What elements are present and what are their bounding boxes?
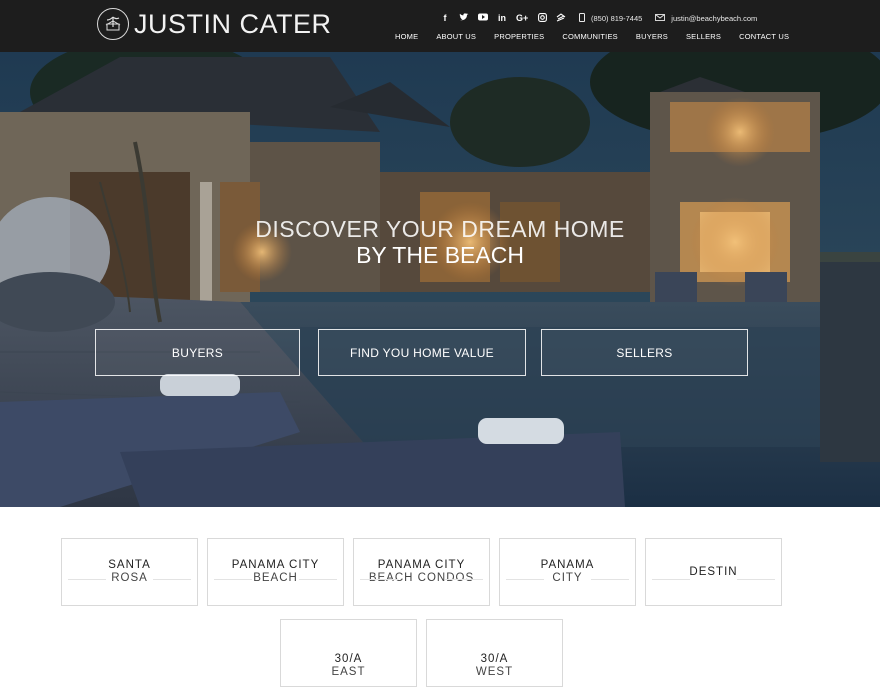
divider <box>208 579 343 580</box>
hero-subheadline: BY THE BEACH <box>356 242 524 268</box>
community-name-line1: DESTIN <box>689 565 738 578</box>
community-card-santa-rosa[interactable]: SANTA ROSA <box>61 538 198 606</box>
facebook-icon[interactable]: f <box>440 13 450 23</box>
community-name-line2: EAST <box>331 666 366 678</box>
nav-communities[interactable]: COMMUNITIES <box>562 32 618 41</box>
hero-villa-pool-image <box>0 52 880 507</box>
nav-contact-us[interactable]: CONTACT US <box>739 32 789 41</box>
community-name-line1: PANAMA CITY <box>377 559 466 571</box>
logo[interactable]: JUSTIN CATER <box>97 7 332 41</box>
community-name-line1: SANTA <box>108 559 151 571</box>
contact-email[interactable]: justin@beachybeach.com <box>655 13 766 23</box>
nav-properties[interactable]: PROPERTIES <box>494 32 544 41</box>
hero-banner: DISCOVER YOUR DREAM HOME BY THE BEACH BU… <box>0 52 880 507</box>
social-links: f in G+ <box>440 12 575 24</box>
palm-house-logo-icon <box>97 8 129 40</box>
divider <box>62 579 197 580</box>
community-card-30a-east[interactable]: 30/A EAST <box>280 619 417 687</box>
buyers-button[interactable]: BUYERS <box>95 329 300 376</box>
brand-name: JUSTIN CATER <box>134 8 332 39</box>
contact-phone[interactable]: (850) 819-7445 <box>579 12 651 24</box>
youtube-icon[interactable] <box>478 13 488 23</box>
community-card-destin[interactable]: DESTIN <box>645 538 782 606</box>
community-card-panama-city-beach[interactable]: PANAMA CITY BEACH <box>207 538 344 606</box>
envelope-icon <box>655 13 666 23</box>
divider <box>646 579 781 580</box>
phone-number: (850) 819-7445 <box>591 13 643 23</box>
nav-about-us[interactable]: ABOUT US <box>436 32 476 41</box>
community-card-30a-west[interactable]: 30/A WEST <box>426 619 563 687</box>
nav-sellers[interactable]: SELLERS <box>686 32 721 41</box>
nav-buyers[interactable]: BUYERS <box>636 32 668 41</box>
site-header: JUSTIN CATER f in G+ (850) 819-7445 just… <box>0 0 880 52</box>
community-name-line2: WEST <box>475 666 514 678</box>
google-plus-icon[interactable]: G+ <box>516 13 528 23</box>
community-card-pcb-condos[interactable]: PANAMA CITY BEACH CONDOS <box>353 538 490 606</box>
top-bar: f in G+ (850) 819-7445 justin@beachybeac… <box>440 11 766 25</box>
zillow-icon[interactable] <box>556 12 566 24</box>
community-name-line1: PANAMA <box>540 559 595 571</box>
sellers-button[interactable]: SELLERS <box>541 329 748 376</box>
twitter-icon[interactable] <box>459 12 469 24</box>
mobile-phone-icon <box>579 12 585 24</box>
community-card-panama-city[interactable]: PANAMA CITY <box>499 538 636 606</box>
divider <box>500 579 635 580</box>
hero-headline: DISCOVER YOUR DREAM HOME <box>255 216 625 242</box>
linkedin-icon[interactable]: in <box>497 13 507 23</box>
instagram-icon[interactable] <box>537 12 547 24</box>
email-address: justin@beachybeach.com <box>671 13 758 23</box>
community-name-line1: PANAMA CITY <box>231 559 320 571</box>
divider <box>354 579 489 580</box>
main-nav: HOME ABOUT US PROPERTIES COMMUNITIES BUY… <box>395 32 789 41</box>
nav-home[interactable]: HOME <box>395 32 418 41</box>
find-home-value-button[interactable]: FIND YOU HOME VALUE <box>318 329 526 376</box>
